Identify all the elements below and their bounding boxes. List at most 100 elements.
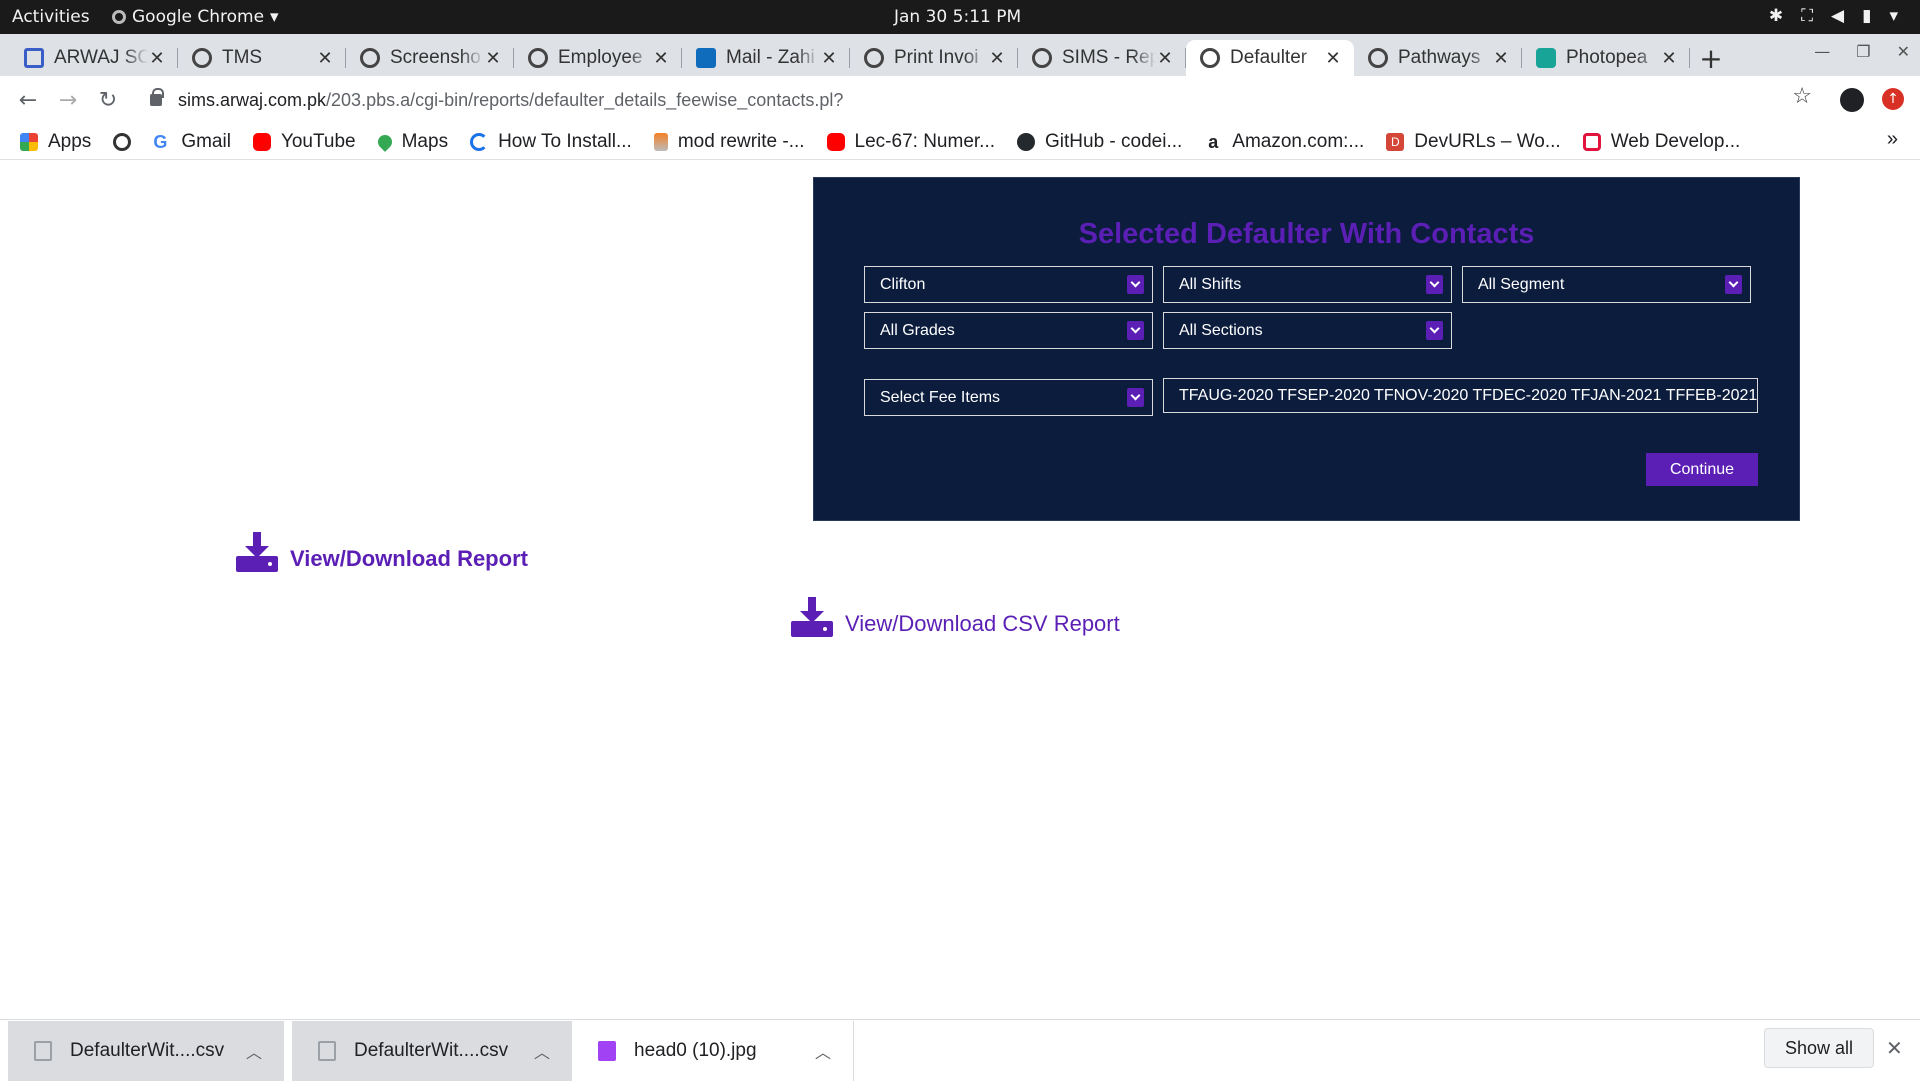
back-icon[interactable]: ← — [8, 88, 48, 113]
address-bar[interactable]: sims.arwaj.com.pk/203.pbs.a/cgi-bin/repo… — [140, 82, 1810, 118]
reload-icon[interactable]: ↻ — [88, 88, 128, 113]
tab[interactable]: Pathways ✕ — [1354, 40, 1522, 76]
tab[interactable]: Employee ✕ — [514, 40, 682, 76]
tab[interactable]: Photopea ✕ — [1522, 40, 1690, 76]
bookmark-devurls[interactable]: D DevURLs – Wo... — [1386, 131, 1561, 153]
outlook-icon — [696, 48, 716, 68]
continue-button[interactable]: Continue — [1646, 453, 1758, 486]
accessibility-icon[interactable]: ✱ — [1769, 6, 1783, 26]
web-dev-icon — [1582, 132, 1601, 151]
download-item[interactable]: DefaulterWit....csv ︿ — [292, 1021, 572, 1081]
grade-select[interactable]: All Grades — [864, 312, 1153, 349]
battery-icon[interactable]: ▮ — [1862, 6, 1871, 26]
bookmark-youtube[interactable]: YouTube — [252, 131, 356, 153]
select-value: Clifton — [880, 275, 926, 293]
segment-select[interactable]: All Segment — [1462, 266, 1751, 303]
globe-icon — [864, 48, 884, 68]
tab[interactable]: Mail - Zahi ✕ — [682, 40, 850, 76]
show-all-button[interactable]: Show all — [1764, 1028, 1874, 1068]
chevron-down-icon[interactable]: ▾ — [1889, 6, 1898, 26]
tab-title: Photopea — [1566, 47, 1648, 68]
tab[interactable]: Print Invoi ✕ — [850, 40, 1018, 76]
photopea-icon — [1536, 48, 1556, 68]
close-icon[interactable]: ✕ — [988, 48, 1006, 69]
form-title: Selected Defaulter With Contacts — [1078, 218, 1535, 250]
tab[interactable]: Screensho ✕ — [346, 40, 514, 76]
close-icon[interactable]: ✕ — [1492, 48, 1510, 69]
fee-items-field[interactable]: TFAUG-2020 TFSEP-2020 TFNOV-2020 TFDEC-2… — [1163, 378, 1758, 413]
download-item[interactable]: head0 (10).jpg ︿ — [572, 1021, 854, 1081]
system-clock[interactable]: Jan 30 5:11 PM — [894, 7, 1021, 27]
campus-select[interactable]: Clifton — [864, 266, 1153, 303]
tab-active[interactable]: Defaulter ✕ — [1186, 40, 1354, 76]
close-icon[interactable]: ✕ — [1156, 48, 1174, 69]
chevron-up-icon[interactable]: ︿ — [815, 1039, 831, 1063]
bookmark-gmail[interactable]: G Gmail — [153, 131, 231, 153]
bookmarks-bar: Apps G Gmail YouTube Maps How To Install.… — [0, 124, 1920, 160]
profile-avatar-icon[interactable] — [1840, 88, 1864, 112]
forward-icon[interactable]: → — [48, 88, 88, 113]
bookmark-amazon[interactable]: a Amazon.com:... — [1204, 131, 1364, 153]
tab[interactable]: TMS ✕ — [178, 40, 346, 76]
bookmark-mod-rewrite[interactable]: mod rewrite -... — [653, 130, 805, 153]
minimize-icon[interactable]: — — [1814, 42, 1830, 61]
section-select[interactable]: All Sections — [1163, 312, 1452, 349]
tab-title: Employee — [558, 47, 643, 68]
loader-icon — [470, 132, 489, 151]
new-tab-button[interactable]: + — [1690, 40, 1732, 76]
network-icon[interactable]: ⛶ — [1801, 6, 1813, 26]
bookmark-lec-67[interactable]: Lec-67: Numer... — [826, 130, 995, 153]
bookmark-star-icon[interactable]: ☆ — [1792, 84, 1812, 109]
github-icon — [1017, 132, 1035, 151]
bookmark-how-to-install[interactable]: How To Install... — [470, 131, 632, 153]
download-csv-link[interactable]: View/Download CSV Report — [791, 597, 1120, 637]
close-icon[interactable]: ✕ — [484, 48, 502, 69]
close-icon[interactable]: ✕ — [1324, 48, 1342, 69]
chevron-up-icon[interactable]: ︿ — [534, 1039, 550, 1063]
bookmark-label: GitHub - codei... — [1045, 130, 1183, 152]
download-item[interactable]: DefaulterWit....csv ︿ — [8, 1021, 284, 1081]
browser-toolbar: ← → ↻ sims.arwaj.com.pk/203.pbs.a/cgi-bi… — [0, 76, 1920, 124]
lock-icon[interactable] — [150, 88, 164, 106]
tab-strip: ARWAJ SC ✕ TMS ✕ Screensho ✕ Employee ✕ Mail… — [0, 34, 1920, 76]
shift-select[interactable]: All Shifts — [1163, 266, 1452, 303]
app-menu[interactable]: Google Chrome ▾ — [112, 7, 279, 27]
bookmark-maps[interactable]: Maps — [374, 131, 448, 153]
activities-button[interactable]: Activities — [12, 7, 90, 27]
chrome-icon — [112, 10, 126, 24]
close-icon[interactable]: ✕ — [316, 48, 334, 69]
bookmark-globe[interactable] — [113, 132, 132, 151]
globe-icon — [360, 48, 380, 68]
restore-icon[interactable]: ❐ — [1856, 42, 1870, 61]
system-tray[interactable]: ✱ ⛶ ◀ ▮ ▾ — [1769, 6, 1898, 26]
tab[interactable]: SIMS - Rep ✕ — [1018, 40, 1186, 76]
close-window-icon[interactable]: ✕ — [1897, 42, 1910, 61]
tab[interactable]: ARWAJ SC ✕ — [10, 40, 178, 76]
bookmark-label: Amazon.com:... — [1232, 130, 1365, 152]
bookmark-apps[interactable]: Apps — [20, 131, 91, 153]
bookmark-label: mod rewrite -... — [677, 130, 805, 152]
tab-title: Pathways — [1398, 47, 1481, 68]
bookmark-web-develop[interactable]: Web Develop... — [1582, 131, 1740, 153]
download-icon — [236, 532, 278, 572]
stackoverflow-icon — [653, 132, 668, 151]
tab-title: ARWAJ SC — [54, 47, 148, 68]
volume-icon[interactable]: ◀ — [1831, 6, 1844, 26]
bookmark-label: Lec-67: Numer... — [854, 130, 995, 152]
close-icon[interactable]: ✕ — [148, 48, 166, 69]
chevron-up-icon[interactable]: ︿ — [246, 1039, 262, 1063]
app-name: Google Chrome — [132, 7, 265, 27]
window-controls: — ❐ ✕ — [1814, 42, 1910, 61]
file-icon — [318, 1041, 336, 1061]
download-report-link[interactable]: View/Download Report — [236, 532, 528, 572]
fee-items-select[interactable]: Select Fee Items — [864, 379, 1153, 416]
close-icon[interactable]: ✕ — [820, 48, 838, 69]
close-icon[interactable]: ✕ — [1886, 1036, 1903, 1061]
bookmarks-overflow-icon[interactable]: » — [1887, 128, 1898, 151]
close-icon[interactable]: ✕ — [1660, 48, 1678, 69]
globe-icon — [1200, 48, 1220, 68]
bookmark-label: How To Install... — [498, 130, 632, 152]
close-icon[interactable]: ✕ — [652, 48, 670, 69]
update-icon[interactable]: ↑ — [1882, 88, 1904, 110]
bookmark-github[interactable]: GitHub - codei... — [1017, 131, 1182, 153]
